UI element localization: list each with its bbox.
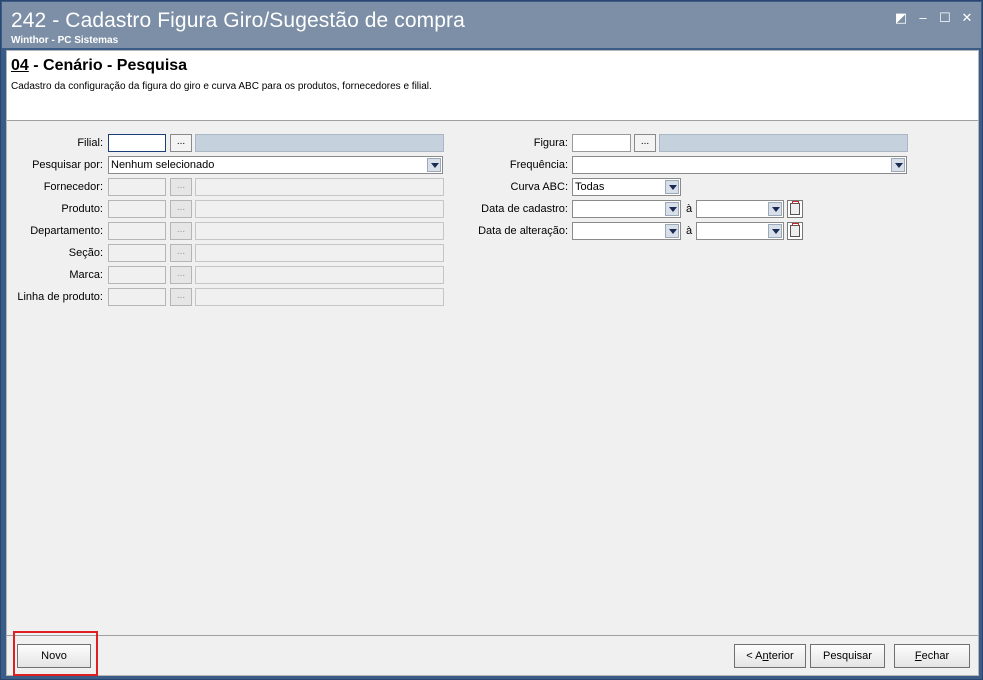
window-title: 242 - Cadastro Figura Giro/Sugestão de c…	[11, 9, 465, 32]
data-alteracao-range-separator: à	[686, 225, 693, 237]
data-cadastro-end-picker[interactable]	[696, 200, 784, 218]
fornecedor-description-field	[195, 178, 444, 196]
data-alteracao-end-picker[interactable]	[696, 222, 784, 240]
departamento-label: Departamento:	[30, 225, 103, 237]
departamento-description-field	[195, 222, 444, 240]
secao-label: Seção:	[68, 247, 103, 259]
filial-label: Filial:	[77, 137, 103, 149]
marca-description-field	[195, 266, 444, 284]
chevron-down-icon[interactable]	[768, 224, 782, 238]
data-cadastro-start-picker[interactable]	[572, 200, 681, 218]
fechar-label-mnemonic: F	[914, 650, 922, 662]
fornecedor-label: Fornecedor:	[43, 181, 103, 193]
title-bar[interactable]: 242 - Cadastro Figura Giro/Sugestão de c…	[2, 2, 981, 48]
close-icon[interactable]: ✕	[958, 10, 976, 26]
footer-divider	[7, 635, 978, 636]
frequencia-label: Frequência:	[509, 159, 568, 171]
linha-produto-search-button[interactable]: ...	[170, 288, 192, 306]
minimize-icon[interactable]: –	[914, 10, 932, 26]
pesquisar-por-select[interactable]: Nenhum selecionado	[108, 156, 443, 174]
departamento-input[interactable]	[108, 222, 166, 240]
app-window: 242 - Cadastro Figura Giro/Sugestão de c…	[0, 0, 983, 680]
data-cadastro-label: Data de cadastro:	[481, 203, 568, 215]
novo-button-highlight	[13, 631, 98, 676]
filial-search-button[interactable]: ...	[170, 134, 192, 152]
chevron-down-icon[interactable]	[891, 158, 905, 172]
pesquisar-button[interactable]: Pesquisar	[810, 644, 885, 668]
fechar-button[interactable]: Fechar	[894, 644, 970, 668]
produto-search-button[interactable]: ...	[170, 200, 192, 218]
step-description: Cadastro da configuração da figura do gi…	[11, 81, 432, 92]
calendar-icon[interactable]	[787, 222, 803, 240]
figura-input[interactable]	[572, 134, 631, 152]
main-panel: 04 - Cenário - Pesquisa Cadastro da conf…	[6, 50, 979, 676]
chevron-down-icon[interactable]	[665, 202, 679, 216]
linha-produto-label: Linha de produto:	[17, 291, 103, 303]
step-header: 04 - Cenário - Pesquisa Cadastro da conf…	[7, 51, 978, 121]
departamento-search-button[interactable]: ...	[170, 222, 192, 240]
figura-description-field	[659, 134, 908, 152]
linha-produto-input[interactable]	[108, 288, 166, 306]
fechar-label-suffix: echar	[921, 650, 950, 662]
chevron-down-icon[interactable]	[665, 224, 679, 238]
step-title: 04 - Cenário - Pesquisa	[11, 57, 187, 75]
produto-input[interactable]	[108, 200, 166, 218]
produto-description-field	[195, 200, 444, 218]
anterior-label-prefix: < A	[746, 650, 763, 662]
step-title-text: - Cenário - Pesquisa	[28, 57, 188, 74]
figura-search-button[interactable]: ...	[634, 134, 656, 152]
pesquisar-por-label: Pesquisar por:	[32, 159, 103, 171]
chevron-down-icon[interactable]	[427, 158, 441, 172]
secao-input[interactable]	[108, 244, 166, 262]
secao-description-field	[195, 244, 444, 262]
figura-label: Figura:	[533, 137, 568, 149]
calendar-icon[interactable]	[787, 200, 803, 218]
fornecedor-input[interactable]	[108, 178, 166, 196]
maximize-icon[interactable]: ☐	[936, 10, 954, 26]
data-cadastro-range-separator: à	[686, 203, 693, 215]
curva-abc-value: Todas	[575, 181, 605, 193]
marca-search-button[interactable]: ...	[170, 266, 192, 284]
data-alteracao-start-picker[interactable]	[572, 222, 681, 240]
anterior-button[interactable]: < Anterior	[734, 644, 806, 668]
frequencia-select[interactable]	[572, 156, 907, 174]
filial-input[interactable]	[108, 134, 166, 152]
data-alteracao-label: Data de alteração:	[478, 225, 568, 237]
anterior-label-suffix: terior	[768, 650, 794, 662]
linha-produto-description-field	[195, 288, 444, 306]
curva-abc-label: Curva ABC:	[510, 181, 568, 193]
marca-label: Marca:	[69, 269, 103, 281]
curva-abc-select[interactable]: Todas	[572, 178, 681, 196]
chevron-down-icon[interactable]	[768, 202, 782, 216]
filial-description-field	[195, 134, 444, 152]
pesquisar-por-value: Nenhum selecionado	[111, 159, 215, 171]
window-subtitle: Winthor - PC Sistemas	[11, 35, 119, 46]
secao-search-button[interactable]: ...	[170, 244, 192, 262]
fornecedor-search-button[interactable]: ...	[170, 178, 192, 196]
produto-label: Produto:	[61, 203, 103, 215]
marca-input[interactable]	[108, 266, 166, 284]
step-number: 04	[11, 57, 29, 74]
chevron-down-icon[interactable]	[665, 180, 679, 194]
restore-icon[interactable]: ◩	[892, 10, 910, 26]
